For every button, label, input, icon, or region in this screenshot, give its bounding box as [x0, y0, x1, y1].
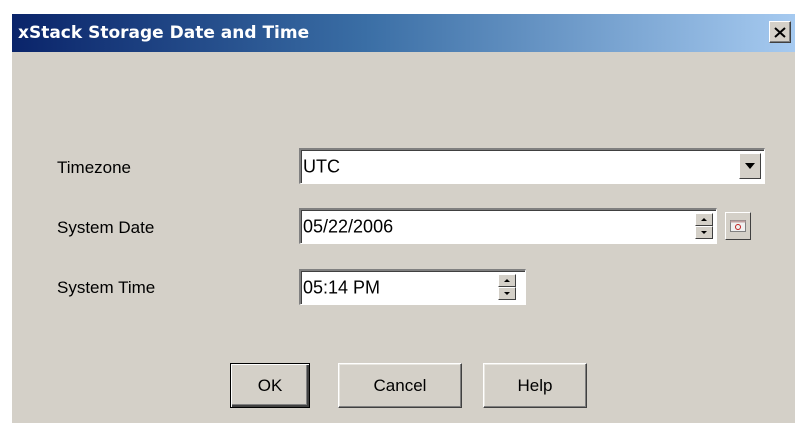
chevron-up-icon — [701, 218, 707, 221]
timezone-label: Timezone — [57, 158, 132, 177]
chevron-up-icon — [504, 279, 510, 282]
time-spin-up-button[interactable] — [498, 274, 516, 287]
system-date-input[interactable]: 05/22/2006 — [299, 208, 717, 244]
timezone-select[interactable]: UTC — [299, 148, 765, 184]
system-time-spinner[interactable] — [498, 274, 516, 300]
close-button[interactable] — [769, 21, 791, 43]
system-date-value: 05/22/2006 — [303, 216, 394, 236]
timezone-dropdown-button[interactable] — [739, 153, 761, 179]
title-bar[interactable]: xStack Storage Date and Time — [12, 14, 795, 52]
calendar-button[interactable] — [725, 212, 751, 240]
calendar-icon — [730, 220, 746, 232]
system-time-label: System Time — [57, 278, 156, 297]
window-title: xStack Storage Date and Time — [18, 23, 310, 43]
system-date-label: System Date — [57, 218, 155, 237]
dialog-window: xStack Storage Date and Time Timezone UT… — [12, 14, 795, 423]
cancel-button[interactable]: Cancel — [338, 363, 462, 408]
date-spin-up-button[interactable] — [695, 213, 713, 226]
ok-button[interactable]: OK — [230, 363, 310, 408]
chevron-down-icon — [701, 231, 707, 234]
chevron-down-icon — [504, 292, 510, 295]
system-time-value: 05:14 PM — [303, 277, 381, 297]
system-time-input[interactable]: 05:14 PM — [299, 269, 526, 305]
close-icon — [774, 26, 786, 38]
time-spin-down-button[interactable] — [498, 287, 516, 300]
chevron-down-icon — [745, 163, 755, 169]
system-date-spinner[interactable] — [695, 213, 713, 239]
date-spin-down-button[interactable] — [695, 226, 713, 239]
timezone-value: UTC — [303, 156, 340, 176]
help-button[interactable]: Help — [483, 363, 587, 408]
